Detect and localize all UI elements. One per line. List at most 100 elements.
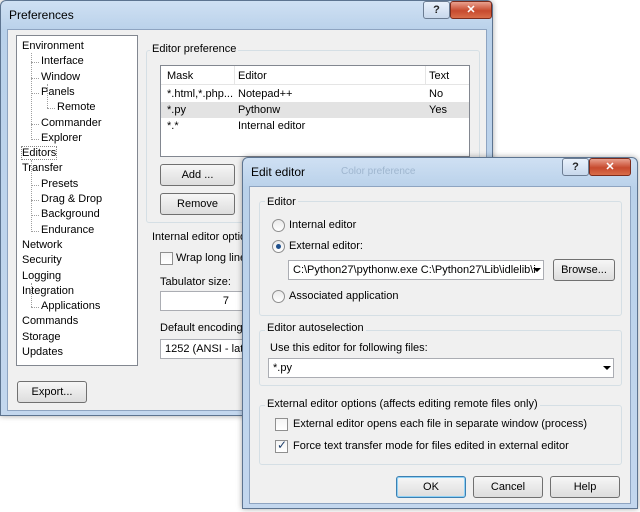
row-mask: *.html,*.php... <box>167 88 234 100</box>
edit-editor-client: Editor Internal editor External editor: … <box>249 186 631 504</box>
ok-button[interactable]: OK <box>396 476 466 498</box>
column-divider <box>425 66 426 85</box>
export-button-label: Export... <box>31 386 73 398</box>
edit-close-button[interactable]: ✕ <box>589 158 631 176</box>
edit-editor-title: Edit editor <box>251 165 306 179</box>
wrap-label: Wrap long lines <box>176 252 252 264</box>
use-for-label: Use this editor for following files: <box>270 342 428 354</box>
table-row[interactable]: *.* Internal editor <box>161 118 469 134</box>
row-mask: *.py <box>167 104 186 116</box>
tree-item-network[interactable]: Network <box>22 239 62 251</box>
external-editor-command-value: C:\Python27\pythonw.exe C:\Python27\Lib\… <box>293 264 536 276</box>
editor-list-header: Mask Editor Text <box>161 66 469 85</box>
row-editor: Internal editor <box>238 120 306 132</box>
external-editor-radio[interactable] <box>272 240 285 253</box>
tree-item-security[interactable]: Security <box>22 254 62 266</box>
checkmark-icon: ✓ <box>277 438 288 452</box>
preferences-title: Preferences <box>9 8 74 22</box>
tree-item-commands[interactable]: Commands <box>22 315 78 327</box>
cancel-button[interactable]: Cancel <box>473 476 543 498</box>
separate-window-label: External editor opens each file in separ… <box>293 418 588 430</box>
tree-connector <box>47 84 48 108</box>
edit-editor-dialog: Edit editor Color preference ? ✕ Editor … <box>242 157 638 509</box>
tab-size-label: Tabulator size: <box>160 276 231 288</box>
tree-item-integration[interactable]: Integration <box>22 285 74 297</box>
row-text: No <box>429 88 444 100</box>
tree-item-environment[interactable]: Environment <box>22 40 84 52</box>
ghost-title: Color preference <box>341 166 416 177</box>
tree-item-transfer[interactable]: Transfer <box>22 162 63 174</box>
tree-item-updates[interactable]: Updates <box>22 346 63 358</box>
associated-app-radio[interactable] <box>272 290 285 303</box>
chevron-down-icon[interactable] <box>603 366 611 370</box>
internal-editor-label: Internal editor <box>289 219 357 231</box>
tree-connector <box>31 124 39 125</box>
tree-connector <box>31 215 39 216</box>
export-button[interactable]: Export... <box>17 381 87 403</box>
tree-item-remote[interactable]: Remote <box>57 101 96 113</box>
column-mask[interactable]: Mask <box>167 70 193 82</box>
table-row[interactable]: *.html,*.php... Notepad++ No <box>161 86 469 102</box>
force-text-label: Force text transfer mode for files edite… <box>293 440 569 452</box>
tree-connector <box>31 185 39 186</box>
internal-options-label: Internal editor optio <box>150 231 249 243</box>
encoding-select[interactable]: 1252 (ANSI - latin <box>160 339 250 359</box>
tree-item-window[interactable]: Window <box>41 71 80 83</box>
editor-group-label: Editor <box>265 196 298 208</box>
preferences-help-button[interactable]: ? <box>423 1 450 19</box>
row-editor: Pythonw <box>238 104 281 116</box>
associated-app-label: Associated application <box>289 290 399 302</box>
tree-connector <box>31 231 39 232</box>
tree-item-logging[interactable]: Logging <box>22 270 61 282</box>
navigation-tree[interactable]: Environment Interface Window Panels Remote Co… <box>16 35 138 366</box>
help-button[interactable]: Help <box>550 476 620 498</box>
add-button[interactable]: Add ... <box>160 164 235 186</box>
tab-size-input[interactable]: 7 <box>160 291 244 311</box>
tree-item-presets[interactable]: Presets <box>41 178 78 190</box>
file-mask-input[interactable]: *.py <box>268 358 614 378</box>
tree-item-storage[interactable]: Storage <box>22 331 61 343</box>
column-editor[interactable]: Editor <box>238 70 267 82</box>
tree-connector <box>31 160 32 230</box>
editor-list[interactable]: Mask Editor Text *.html,*.php... Notepad… <box>160 65 470 157</box>
browse-button[interactable]: Browse... <box>553 259 615 281</box>
tab-size-value: 7 <box>222 295 229 307</box>
row-text: Yes <box>429 104 447 116</box>
tree-item-background[interactable]: Background <box>41 208 100 220</box>
tree-item-editors[interactable]: Editors <box>20 146 58 160</box>
chevron-down-icon[interactable] <box>533 268 541 272</box>
tree-item-drag-drop[interactable]: Drag & Drop <box>41 193 102 205</box>
tree-connector <box>31 139 39 140</box>
file-mask-value: *.py <box>273 362 292 374</box>
row-mask: *.* <box>167 120 179 132</box>
wrap-checkbox[interactable] <box>160 252 173 265</box>
external-editor-command[interactable]: C:\Python27\pythonw.exe C:\Python27\Lib\… <box>288 260 544 280</box>
tree-item-interface[interactable]: Interface <box>41 55 84 67</box>
external-editor-label: External editor: <box>289 240 363 252</box>
encoding-label: Default encoding: <box>160 322 246 334</box>
tree-connector <box>31 62 39 63</box>
force-text-checkbox[interactable]: ✓ <box>275 438 288 453</box>
tree-connector <box>31 93 39 94</box>
tree-connector <box>31 53 32 138</box>
remove-button[interactable]: Remove <box>160 193 235 215</box>
external-options-group <box>259 405 622 465</box>
internal-editor-radio[interactable] <box>272 219 285 232</box>
separate-window-checkbox[interactable] <box>275 418 288 431</box>
editor-preference-label: Editor preference <box>150 43 239 55</box>
tree-connector <box>31 78 39 79</box>
autoselection-label: Editor autoselection <box>265 322 366 334</box>
column-divider <box>234 66 235 85</box>
edit-help-button[interactable]: ? <box>562 158 589 176</box>
tree-item-commander[interactable]: Commander <box>41 117 102 129</box>
table-row-selected[interactable]: *.py Pythonw Yes <box>161 102 469 118</box>
tree-item-applications[interactable]: Applications <box>41 300 100 312</box>
tree-connector <box>31 283 32 307</box>
column-text[interactable]: Text <box>429 70 449 82</box>
tree-connector <box>47 108 55 109</box>
preferences-close-button[interactable]: ✕ <box>450 1 492 19</box>
encoding-value: 1252 (ANSI - latin <box>165 343 250 355</box>
tree-item-explorer[interactable]: Explorer <box>41 132 82 144</box>
external-options-label: External editor options (affects editing… <box>265 398 540 410</box>
tree-item-endurance[interactable]: Endurance <box>41 224 94 236</box>
